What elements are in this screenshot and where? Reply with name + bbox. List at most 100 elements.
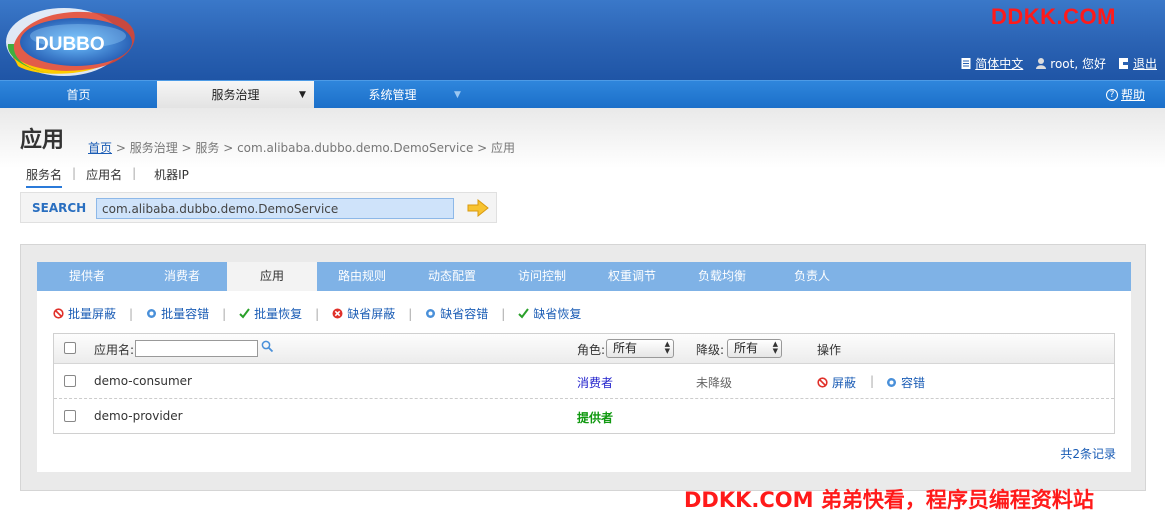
- row-shield-label: 屏蔽: [832, 376, 857, 390]
- tab-load-balance[interactable]: 负载均衡: [677, 262, 767, 291]
- batch-recover-label: 批量恢复: [254, 307, 303, 321]
- toolbar-separator: |: [222, 306, 227, 321]
- row-tolerate-label: 容错: [901, 376, 926, 390]
- batch-tolerate-button[interactable]: 批量容错: [146, 305, 209, 322]
- batch-tolerate-label: 批量容错: [161, 307, 210, 321]
- logout-icon: [1118, 58, 1129, 69]
- tab-providers[interactable]: 提供者: [37, 262, 137, 291]
- tabs-bar: 提供者 消费者 应用 路由规则 动态配置 访问控制 权重调节 负载均衡 负责人: [37, 262, 1131, 291]
- watermark-bottom: DDKK.COM 弟弟快看，程序员编程资料站: [684, 488, 1094, 512]
- chevron-down-icon: ▼: [299, 90, 306, 100]
- tab-dynamic-config[interactable]: 动态配置: [407, 262, 497, 291]
- app-filter-input[interactable]: [135, 340, 258, 357]
- nav-service-governance-label: 服务治理: [211, 88, 260, 102]
- search-icon[interactable]: [261, 340, 274, 353]
- main-panel: 提供者 消费者 应用 路由规则 动态配置 访问控制 权重调节 负载均衡 负责人 …: [20, 244, 1146, 491]
- breadcrumb-path: > 服务治理 > 服务 > com.alibaba.dubbo.demo.Dem…: [112, 141, 516, 155]
- nav-home-label: 首页: [66, 88, 91, 102]
- chevron-down-icon: ▼: [454, 90, 461, 100]
- user-greeting: root, 您好: [1035, 55, 1106, 72]
- default-shield-label: 缺省屏蔽: [347, 307, 396, 321]
- app-filter-label: 应用名:: [94, 343, 135, 357]
- dubbo-logo[interactable]: DUBBO: [4, 4, 146, 78]
- user-label: root, 您好: [1050, 57, 1106, 71]
- role-select[interactable]: 所有 ▲ ▼: [606, 339, 674, 358]
- breadcrumb: 首页 > 服务治理 > 服务 > com.alibaba.dubbo.demo.…: [88, 139, 515, 156]
- logout-link[interactable]: 退出: [1118, 55, 1157, 72]
- role-select-value: 所有: [613, 341, 638, 355]
- default-recover-label: 缺省恢复: [533, 307, 582, 321]
- row-checkbox[interactable]: [64, 410, 76, 422]
- tab-weights[interactable]: 权重调节: [587, 262, 677, 291]
- row-shield-button[interactable]: 屏蔽: [817, 374, 856, 391]
- user-icon: [1036, 58, 1047, 69]
- logo-text: DUBBO: [35, 34, 105, 55]
- nav-system-management[interactable]: 系统管理 ▼: [314, 81, 471, 109]
- select-all-checkbox[interactable]: [64, 342, 76, 354]
- search-input[interactable]: [96, 198, 454, 219]
- tab-consumers[interactable]: 消费者: [137, 262, 227, 291]
- toolbar-separator: |: [501, 306, 506, 321]
- tab-label: 动态配置: [427, 269, 476, 283]
- op-separator: |: [870, 374, 875, 388]
- search-box: SEARCH: [20, 192, 497, 223]
- logout-label: 退出: [1132, 57, 1157, 71]
- nav-service-governance[interactable]: 服务治理 ▼: [157, 81, 314, 109]
- search-tab-ip[interactable]: 机器IP: [146, 166, 199, 188]
- toolbar-separator: |: [315, 306, 320, 321]
- tab-content: 批量屏蔽 | 批量容错 | 批量恢复 | 缺省屏蔽 | 缺省容错 | 缺省恢复 …: [37, 291, 1131, 472]
- search-tab-separator: |: [72, 166, 77, 180]
- page-title: 应用: [20, 128, 65, 153]
- main-nav: 首页 服务治理 ▼ 系统管理 ▼ ? 帮助: [0, 80, 1165, 109]
- select-arrows-icon: ▲ ▼: [772, 340, 778, 355]
- nav-system-management-label: 系统管理: [368, 88, 417, 102]
- search-tab-service[interactable]: 服务名: [26, 166, 63, 188]
- check-icon: [518, 308, 530, 319]
- arrow-right-icon[interactable]: [467, 199, 489, 217]
- gear-icon: [887, 378, 896, 387]
- degrade-label: 降级:: [696, 343, 725, 357]
- tab-label: 负责人: [793, 269, 830, 283]
- batch-shield-button[interactable]: 批量屏蔽: [53, 305, 116, 322]
- gear-icon: [426, 309, 436, 318]
- language-link[interactable]: 简体中文: [960, 55, 1023, 72]
- tab-label: 应用: [259, 269, 284, 283]
- row-checkbox[interactable]: [64, 375, 76, 387]
- close-circle-icon: [332, 308, 343, 319]
- degrade-select[interactable]: 所有 ▲ ▼: [727, 339, 782, 358]
- language-label: 简体中文: [975, 57, 1024, 71]
- tab-label: 消费者: [163, 269, 200, 283]
- search-tab-separator: |: [132, 166, 137, 180]
- nav-home[interactable]: 首页: [0, 81, 157, 109]
- toolbar: 批量屏蔽 | 批量容错 | 批量恢复 | 缺省屏蔽 | 缺省容错 | 缺省恢复: [53, 305, 581, 322]
- help-label: 帮助: [1120, 88, 1145, 102]
- help-link[interactable]: ? 帮助: [1105, 81, 1145, 109]
- forbidden-icon: [53, 308, 64, 319]
- batch-recover-button[interactable]: 批量恢复: [239, 305, 302, 322]
- app-header: DUBBO DDKK.COM 简体中文 root, 您好 退出: [0, 0, 1165, 80]
- degrade-select-value: 所有: [734, 341, 759, 355]
- tab-label: 提供者: [68, 269, 105, 283]
- app-degrade-status: 未降级: [696, 376, 733, 390]
- applications-table: 应用名: 角色: 所有 ▲ ▼ 降级: 所有 ▲ ▼ 操作 demo-consume…: [53, 333, 1115, 434]
- app-role: 提供者: [577, 411, 614, 425]
- select-arrows-icon: ▲ ▼: [664, 340, 670, 355]
- default-shield-button[interactable]: 缺省屏蔽: [332, 305, 395, 322]
- tab-label: 负载均衡: [697, 269, 746, 283]
- tab-access-control[interactable]: 访问控制: [497, 262, 587, 291]
- breadcrumb-home[interactable]: 首页: [88, 141, 112, 155]
- forbidden-icon: [817, 377, 828, 388]
- default-tolerate-button[interactable]: 缺省容错: [425, 305, 488, 322]
- app-role: 消费者: [577, 376, 614, 390]
- search-tab-application[interactable]: 应用名: [86, 166, 132, 188]
- table-header: 应用名: 角色: 所有 ▲ ▼ 降级: 所有 ▲ ▼ 操作: [54, 334, 1114, 364]
- tab-owners[interactable]: 负责人: [767, 262, 857, 291]
- header-links: 简体中文 root, 您好 退出: [960, 55, 1157, 72]
- role-label: 角色:: [577, 343, 606, 357]
- watermark-top: DDKK.COM: [991, 4, 1116, 29]
- row-tolerate-button[interactable]: 容错: [886, 374, 925, 391]
- default-tolerate-label: 缺省容错: [440, 307, 489, 321]
- tab-applications[interactable]: 应用: [227, 262, 317, 291]
- tab-routes[interactable]: 路由规则: [317, 262, 407, 291]
- default-recover-button[interactable]: 缺省恢复: [518, 305, 581, 322]
